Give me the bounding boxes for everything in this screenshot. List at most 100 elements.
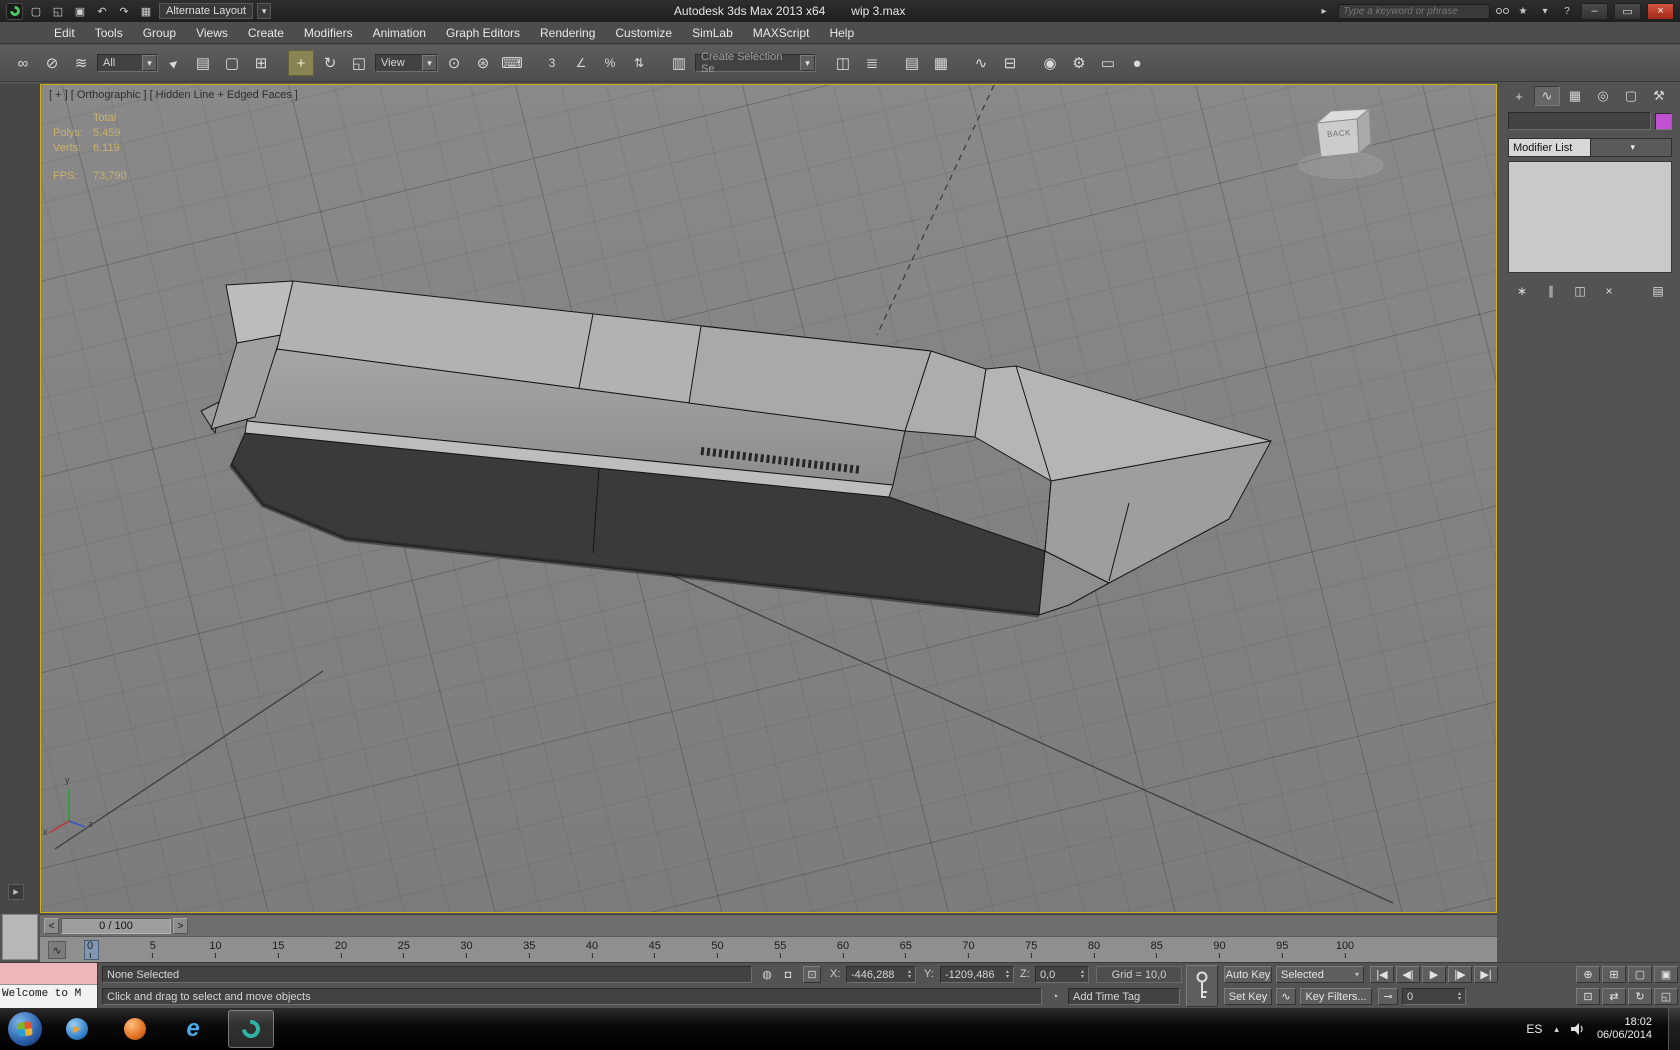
viewport-label[interactable]: [ + ] [ Orthographic ] [ Hidden Line + E… [49,89,298,101]
tab-hierarchy[interactable]: ▦ [1562,86,1588,106]
angle-snap-icon[interactable]: ∠ [568,50,594,76]
menu-item-views[interactable]: Views [186,22,238,44]
material-editor-icon[interactable]: ◉ [1037,50,1063,76]
previous-frame-button[interactable]: ◀| [1396,966,1420,983]
edit-named-selection-sets-icon[interactable]: ▥ [666,50,692,76]
z-coordinate-field[interactable]: 0,0 ▴ ▾ [1035,966,1089,983]
z-spinner-down[interactable]: ▾ [1081,974,1084,980]
zoom-extents-all-icon[interactable]: ▣ [1654,966,1678,983]
rectangular-selection-region-icon[interactable]: ▢ [219,50,245,76]
set-keys-button[interactable] [1186,965,1218,1007]
save-file-button[interactable]: ▣ [71,3,89,19]
auto-key-button[interactable]: Auto Key [1224,966,1272,983]
model-wireframe[interactable] [200,280,1272,618]
menu-item-group[interactable]: Group [133,22,186,44]
key-mode-dropdown[interactable]: Selected ▾ [1276,966,1364,983]
menu-item-create[interactable]: Create [238,22,294,44]
render-setup-icon[interactable]: ⚙ [1066,50,1092,76]
select-object-icon[interactable]: ► [156,45,193,82]
isolate-selection-icon[interactable]: ◍ [758,966,776,983]
key-mode-toggle[interactable]: ⊸ [1378,988,1398,1005]
percent-snap-icon[interactable]: % [597,50,623,76]
tab-utilities[interactable]: ⚒ [1646,86,1672,106]
field-of-view-icon[interactable]: ⊡ [1576,988,1600,1005]
tab-display[interactable]: ▢ [1618,86,1644,106]
rendered-frame-window-icon[interactable]: ▭ [1095,50,1121,76]
modifier-stack-list[interactable] [1508,161,1672,273]
keyboard-shortcut-override-icon[interactable]: ⌨ [499,50,525,76]
viewport[interactable]: [ + ] [ Orthographic ] [ Hidden Line + E… [40,84,1497,913]
close-button[interactable]: × [1647,2,1674,20]
hidden-icons-arrow[interactable]: ▴ [1554,1024,1559,1035]
menu-item-modifiers[interactable]: Modifiers [294,22,363,44]
named-selection-set-dropdown[interactable]: Create Selection Se ▾ [695,51,816,75]
use-pivot-center-icon[interactable]: ⊙ [441,50,467,76]
modifier-list-arrow[interactable]: ▾ [1589,139,1671,156]
search-input[interactable] [1338,3,1490,19]
taskbar-media-player-icon[interactable]: ▶ [54,1010,100,1048]
pan-view-icon[interactable]: ⇄ [1602,988,1626,1005]
object-color-swatch[interactable] [1655,112,1672,130]
spinner-snap-icon[interactable]: ⇅ [626,50,652,76]
favorites-icon[interactable]: ★ [1515,3,1531,19]
language-indicator[interactable]: ES [1526,1022,1542,1036]
infocenter-expand-icon[interactable]: ▸ [1316,3,1332,19]
unlink-selection-icon[interactable]: ⊘ [39,50,65,76]
set-key-button[interactable]: Set Key [1224,988,1272,1005]
key-mode-dropdown-arrow[interactable]: ▾ [1355,971,1359,979]
x-coordinate-field[interactable]: -446,288 ▴ ▾ [846,966,916,983]
menu-item-help[interactable]: Help [819,22,864,44]
time-tag-clock-icon[interactable]: ◔ [1046,988,1064,1005]
snaps-toggle-icon[interactable]: 3 [539,50,565,76]
expand-panel-button[interactable]: ▶ [8,884,24,900]
help-icon[interactable]: ? [1559,3,1575,19]
object-name-field[interactable] [1508,112,1651,130]
render-production-icon[interactable]: ● [1124,50,1150,76]
remove-modifier-button[interactable]: × [1597,281,1621,301]
go-to-end-button[interactable]: ▶| [1474,966,1498,983]
ribbon-toggle-icon[interactable]: ▦ [928,50,954,76]
selection-lock-icon[interactable]: ◘ [779,966,797,983]
workspace-dropdown[interactable]: Alternate Layout [159,3,254,19]
maximize-button[interactable]: ▭ [1614,2,1641,20]
tab-create[interactable]: + [1506,86,1532,106]
menu-item-simlab[interactable]: SimLab [682,22,743,44]
open-file-button[interactable]: ◱ [49,3,67,19]
next-frame-button[interactable]: |▶ [1448,966,1472,983]
taskbar-orange-app-icon[interactable] [112,1010,158,1048]
menu-item-edit[interactable]: Edit [44,22,85,44]
selection-filter-dropdown[interactable]: All ▾ [97,54,158,72]
select-and-rotate-icon[interactable]: ↻ [317,50,343,76]
make-unique-button[interactable]: ◫ [1568,281,1592,301]
redo-button[interactable]: ↷ [115,3,133,19]
new-scene-button[interactable]: ▢ [27,3,45,19]
zoom-icon[interactable]: ⊕ [1576,966,1600,983]
menu-item-animation[interactable]: Animation [363,22,436,44]
select-and-move-icon[interactable]: + [288,50,314,76]
menu-item-customize[interactable]: Customize [605,22,682,44]
menu-item-rendering[interactable]: Rendering [530,22,605,44]
undo-button[interactable]: ↶ [93,3,111,19]
time-slider-position[interactable]: 0 / 100 [61,918,171,934]
volume-icon[interactable] [1570,1023,1585,1035]
mini-listener-macro-row[interactable] [0,963,97,985]
bind-to-spacewarp-icon[interactable]: ≋ [68,50,94,76]
clock[interactable]: 18:02 06/06/2014 [1597,1016,1652,1042]
taskbar-3dsmax-icon[interactable] [228,1010,274,1048]
tab-modify[interactable]: ∿ [1534,86,1560,106]
mini-curve-editor-button[interactable]: ∿ [48,941,66,959]
taskbar-internet-explorer-icon[interactable]: e [170,1010,216,1048]
zoom-extents-icon[interactable]: ▢ [1628,966,1652,983]
layer-manager-icon[interactable]: ▤ [899,50,925,76]
x-spinner-down[interactable]: ▾ [908,974,911,980]
current-frame-field[interactable]: 0 ▴ ▾ [1402,988,1466,1005]
previous-frame-arrow[interactable]: < [44,918,59,934]
frame-spinner-down[interactable]: ▾ [1458,996,1461,1002]
timeline-ruler[interactable]: ∿ 0 5 10 15 20 25 30 35 40 45 50 55 60 65 70 75 80 85 90 95… [40,936,1497,962]
reference-coordinate-dropdown[interactable]: View ▾ [375,54,438,72]
new-key-default-icon[interactable]: ∿ [1276,988,1296,1005]
absolute-offset-toggle[interactable]: ⊡ [803,966,821,983]
key-filters-button[interactable]: Key Filters... [1300,988,1372,1005]
maximize-viewport-icon[interactable]: ◱ [1654,988,1678,1005]
workspace-dropdown-arrow[interactable]: ▾ [257,3,272,19]
